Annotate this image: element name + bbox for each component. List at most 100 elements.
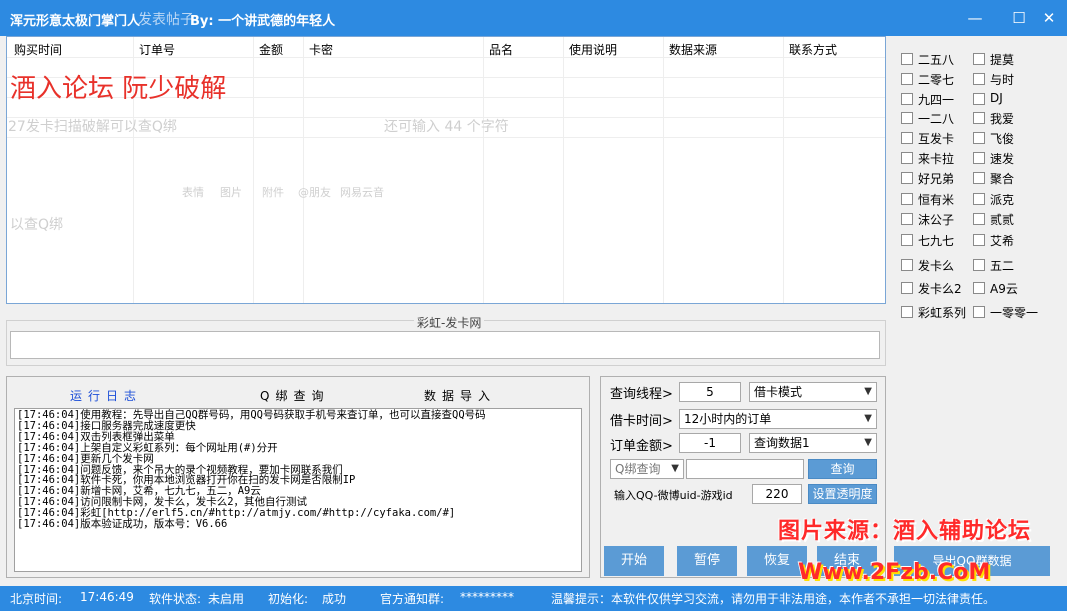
close-button[interactable]: ✕ (1034, 6, 1064, 30)
site-checkbox-label[interactable]: 提莫 (990, 51, 1014, 68)
site-checkbox[interactable] (973, 306, 985, 318)
site-checkbox[interactable] (973, 112, 985, 124)
disclaimer-text: 温馨提示：本软件仅供学习交流，请勿用于非法用途，本作者不承担一切法律责任。 (551, 592, 996, 606)
site-checkbox[interactable] (973, 152, 985, 164)
start-button[interactable]: 开始 (604, 546, 664, 576)
site-checkbox[interactable] (901, 234, 913, 246)
time-value: 17:46:49 (80, 590, 134, 604)
site-checkbox[interactable] (973, 172, 985, 184)
site-checkbox-label[interactable]: 聚合 (990, 170, 1014, 187)
col-header[interactable]: 购买时间 (14, 41, 62, 58)
site-checkbox[interactable] (973, 213, 985, 225)
site-checkbox-label[interactable]: 贰贰 (990, 211, 1014, 228)
col-header[interactable]: 品名 (489, 41, 513, 58)
minimize-button[interactable]: — (960, 6, 990, 30)
site-checkbox-label[interactable]: 派克 (990, 191, 1014, 208)
threads-input[interactable]: 5 (679, 382, 741, 402)
mode-select[interactable]: 借卡模式 ▼ (749, 382, 877, 402)
ghost-title: 发表帖子 (138, 12, 194, 28)
site-checkbox[interactable] (901, 282, 913, 294)
site-checkbox[interactable] (973, 53, 985, 65)
site-checkbox[interactable] (901, 193, 913, 205)
site-checkbox[interactable] (973, 73, 985, 85)
col-header[interactable]: 数据来源 (669, 41, 717, 58)
site-checkbox[interactable] (901, 213, 913, 225)
site-checkbox[interactable] (973, 259, 985, 271)
qbind-select[interactable]: Q绑查询 ▼ (610, 459, 684, 479)
amount-input[interactable]: -1 (679, 433, 741, 453)
site-checkbox[interactable] (901, 172, 913, 184)
site-checkbox-label[interactable]: 好兄弟 (918, 170, 954, 187)
data-select-value: 查询数据1 (754, 436, 810, 450)
site-checkbox-label[interactable]: 七九七 (918, 232, 954, 249)
site-checkbox-label[interactable]: 速发 (990, 150, 1014, 167)
time-select[interactable]: 12小时内的订单 ▼ (679, 409, 877, 429)
site-checkbox-label[interactable]: 飞俊 (990, 130, 1014, 147)
site-checkbox-label[interactable]: 与时 (990, 71, 1014, 88)
software-status-label: 软件状态: (149, 592, 202, 606)
site-checkbox-label[interactable]: 艾希 (990, 232, 1014, 249)
site-checkbox[interactable] (973, 132, 985, 144)
watermark-source: 图片来源：酒入辅助论坛 (778, 519, 1032, 544)
uid-label: 输入QQ-微博uid-游戏id (614, 489, 733, 502)
data-select[interactable]: 查询数据1 ▼ (749, 433, 877, 453)
site-checkbox[interactable] (973, 282, 985, 294)
log-line: [17:46:04]版本验证成功，版本号：V6.66 (17, 518, 228, 531)
site-checkbox-label[interactable]: DJ (990, 91, 1003, 105)
qbind-select-value: Q绑查询 (615, 462, 661, 476)
ghost-toolbar-item: @朋友 (298, 186, 331, 199)
col-header[interactable]: 联系方式 (789, 41, 837, 58)
tab-qbind-query[interactable]: Q绑查询 (260, 387, 329, 404)
site-checkbox[interactable] (901, 112, 913, 124)
site-checkbox-label[interactable]: 互发卡 (918, 130, 954, 147)
col-header[interactable]: 金额 (259, 41, 283, 58)
col-header[interactable]: 卡密 (309, 41, 333, 58)
site-checkbox-label[interactable]: 沫公子 (918, 211, 954, 228)
ghost-toolbar-item: 表情 (182, 186, 204, 199)
uid-input[interactable]: 220 (752, 484, 802, 504)
tab-data-import[interactable]: 数据导入 (424, 387, 496, 404)
site-checkbox[interactable] (901, 152, 913, 164)
site-checkbox[interactable] (901, 73, 913, 85)
status-bar: 北京时间: 17:46:49 软件状态: 未启用 初始化: 成功 官方通知群: … (0, 586, 1067, 611)
site-checkbox-label[interactable]: A9云 (990, 280, 1018, 297)
tab-run-log[interactable]: 运行日志 (70, 387, 142, 404)
watermark-url: Www.2Fzb.CoM (798, 560, 991, 585)
site-checkbox[interactable] (901, 53, 913, 65)
site-checkbox[interactable] (901, 259, 913, 271)
ghost-toolbar-item: 网易云音 (340, 186, 384, 199)
mode-select-value: 借卡模式 (754, 385, 803, 399)
site-checkbox-label[interactable]: 发卡么 (918, 257, 954, 274)
rainbow-url-input[interactable] (10, 331, 880, 359)
site-checkbox-label[interactable]: 九四一 (918, 91, 954, 108)
maximize-button[interactable]: ☐ (1004, 6, 1034, 30)
rainbow-group-title: 彩虹-发卡网 (414, 314, 485, 331)
site-checkbox[interactable] (901, 93, 913, 105)
site-checkbox-label[interactable]: 来卡拉 (918, 150, 954, 167)
site-checkbox-label[interactable]: 发卡么2 (918, 280, 962, 297)
query-button[interactable]: 查询 (808, 459, 877, 479)
log-line: [17:46:04]上架自定义彩虹系列：每个网址用(#)分开 (17, 441, 278, 454)
site-checkbox[interactable] (973, 93, 985, 105)
ghost-input-text: 27发卡扫描破解可以查Q绑 (8, 119, 177, 135)
site-checkbox-label[interactable]: 一二八 (918, 110, 954, 127)
site-checkbox[interactable] (973, 234, 985, 246)
site-checkbox[interactable] (901, 306, 913, 318)
site-checkbox-label[interactable]: 二五八 (918, 51, 954, 68)
site-checkbox-label[interactable]: 五二 (990, 257, 1014, 274)
col-header[interactable]: 订单号 (139, 41, 175, 58)
query-input[interactable] (686, 459, 804, 479)
site-checkbox-label[interactable]: 我爱 (990, 110, 1014, 127)
transparency-button[interactable]: 设置透明度 (808, 484, 877, 504)
log-textarea[interactable]: [17:46:04]使用教程：先导出自己QQ群号码，用QQ号码获取手机号来查订单… (14, 408, 582, 572)
pause-button[interactable]: 暂停 (677, 546, 737, 576)
chevron-down-icon: ▼ (671, 463, 679, 474)
site-checkbox-label[interactable]: 恒有米 (918, 191, 954, 208)
site-checkbox-label[interactable]: 彩虹系列 (918, 304, 966, 321)
site-checkbox-label[interactable]: 二零七 (918, 71, 954, 88)
software-status-value: 未启用 (208, 592, 245, 606)
site-checkbox[interactable] (901, 132, 913, 144)
site-checkbox[interactable] (973, 193, 985, 205)
col-header[interactable]: 使用说明 (569, 41, 617, 58)
site-checkbox-label[interactable]: 一零零一 (990, 304, 1038, 321)
